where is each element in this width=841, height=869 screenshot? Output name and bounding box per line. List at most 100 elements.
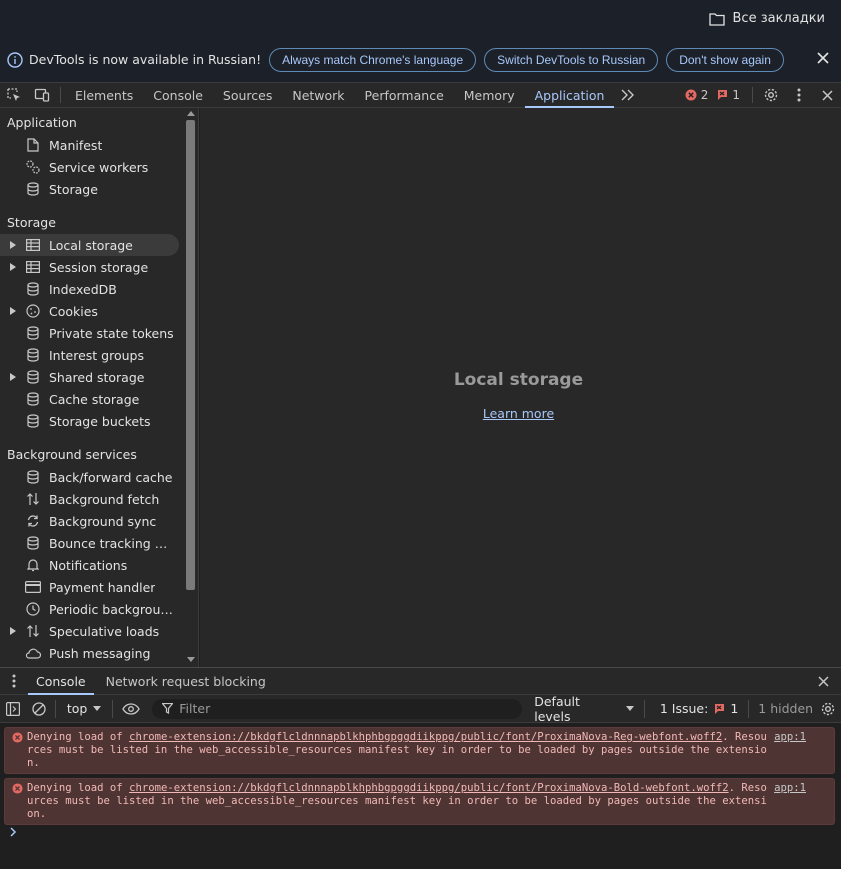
sidebar-item-label: Back/forward cache [49, 469, 173, 485]
sidebar-item-label: Background sync [49, 513, 157, 529]
tab-performance[interactable]: Performance [355, 83, 454, 107]
live-expression-eye-icon[interactable] [116, 696, 146, 722]
close-drawer-icon[interactable] [818, 676, 829, 687]
infobar-message: DevTools is now available in Russian! [29, 52, 262, 67]
learn-more-container: Learn more [200, 406, 837, 421]
console-filter-box [152, 698, 523, 719]
sidebar-item-notifications[interactable]: Notifications [0, 554, 183, 576]
tab-console[interactable]: Console [143, 83, 213, 107]
sidebar-item-payment-handler[interactable]: Payment handler [0, 576, 183, 598]
sidebar-item-push-messaging[interactable]: Push messaging [0, 642, 183, 664]
sidebar-item-private-state-tokens[interactable]: Private state tokens [0, 322, 183, 344]
sidebar-item-back-forward-cache[interactable]: Back/forward cache [0, 466, 183, 488]
hidden-messages-count: 1 hidden [758, 701, 814, 716]
console-messages: Denying load of chrome-extension://bkdgf… [0, 723, 841, 869]
sidebar-item-label: Storage [49, 181, 98, 197]
switch-to-russian-button[interactable]: Switch DevTools to Russian [484, 47, 659, 72]
tab-application[interactable]: Application [524, 83, 615, 108]
expand-arrow-icon[interactable] [10, 263, 16, 271]
sidebar-item-session-storage[interactable]: Session storage [0, 256, 183, 278]
sidebar-item-label: Payment handler [49, 579, 156, 595]
console-prompt-chevron-icon[interactable] [10, 827, 17, 837]
execution-context-select[interactable]: top [59, 701, 109, 716]
errors-counter[interactable]: 2 [685, 88, 709, 102]
more-tabs-icon[interactable] [614, 83, 642, 107]
sidebar-item-label: Interest groups [49, 347, 144, 363]
close-infobar-icon[interactable] [817, 52, 829, 64]
console-filter-input[interactable] [179, 701, 510, 716]
sidebar-scroll-thumb[interactable] [186, 120, 195, 590]
sidebar-item-storage[interactable]: Storage [0, 178, 183, 200]
customize-menu-icon[interactable] [785, 83, 813, 107]
tab-memory[interactable]: Memory [454, 83, 525, 107]
expand-arrow-icon[interactable] [10, 627, 16, 635]
table-icon [25, 237, 41, 253]
section-header-background-services: Background services [7, 447, 137, 462]
sidebar-item-storage-buckets[interactable]: Storage buckets [0, 410, 183, 432]
learn-more-link[interactable]: Learn more [483, 406, 554, 421]
sidebar-item-speculative-loads[interactable]: Speculative loads [0, 620, 183, 642]
sidebar-item-label: Notifications [49, 557, 128, 573]
message-source-link[interactable]: app:1 [774, 782, 806, 795]
expand-arrow-icon[interactable] [10, 373, 16, 381]
always-match-language-button[interactable]: Always match Chrome's language [269, 47, 477, 72]
database-icon [25, 369, 41, 385]
sync-icon [25, 513, 41, 529]
sidebar-item-manifest[interactable]: Manifest [0, 134, 183, 156]
toolbar-divider [643, 699, 645, 718]
issues-link[interactable]: 1 Issue: 1 [660, 701, 738, 716]
extension-url-link[interactable]: chrome-extension://bkdgflcldnnnapblkhphb… [129, 782, 729, 794]
gears-icon [25, 159, 41, 175]
sidebar-scrollbar[interactable] [183, 108, 199, 667]
dont-show-again-button[interactable]: Don't show again [666, 47, 784, 72]
sidebar-item-cookies[interactable]: Cookies [0, 300, 183, 322]
close-devtools-icon[interactable] [813, 83, 841, 107]
sidebar-item-indexeddb[interactable]: IndexedDB [0, 278, 183, 300]
sidebar-item-bounce-tracking[interactable]: Bounce tracking miti... [0, 532, 183, 554]
log-levels-dropdown[interactable]: Default levels [534, 694, 634, 724]
message-source-link[interactable]: app:1 [774, 731, 806, 744]
log-levels-value: Default levels [534, 693, 580, 724]
scroll-down-arrow-icon[interactable] [187, 657, 195, 662]
database-icon [25, 391, 41, 407]
drawer-menu-icon[interactable] [0, 669, 28, 693]
issues-badge-count: 1 [730, 701, 739, 716]
folder-icon [708, 12, 725, 26]
database-icon [25, 181, 41, 197]
sidebar-item-service-workers[interactable]: Service workers [0, 156, 183, 178]
tab-sources[interactable]: Sources [213, 83, 282, 107]
expand-arrow-icon[interactable] [10, 241, 16, 249]
sidebar-item-shared-storage[interactable]: Shared storage [0, 366, 183, 388]
all-bookmarks-button[interactable]: Все закладки [708, 11, 825, 26]
sidebar-item-background-sync[interactable]: Background sync [0, 510, 183, 532]
toolbar-divider [54, 699, 56, 718]
drawer-tab-console[interactable]: Console [28, 668, 94, 695]
console-settings-gear-icon[interactable] [815, 696, 841, 722]
inspect-element-icon[interactable] [0, 83, 28, 107]
execution-context-value: top [66, 701, 88, 716]
sidebar-item-label: Push messaging [49, 645, 151, 661]
database-icon [25, 535, 41, 551]
extension-url-link[interactable]: chrome-extension://bkdgflcldnnnapblkhphb… [129, 731, 722, 743]
scroll-up-arrow-icon[interactable] [187, 111, 195, 116]
drawer-tab-network-request-blocking[interactable]: Network request blocking [98, 668, 274, 694]
sidebar-item-interest-groups[interactable]: Interest groups [0, 344, 183, 366]
message-prefix: Denying load of [27, 782, 130, 794]
sidebar-item-periodic-background-sync[interactable]: Periodic backgroun... [0, 598, 183, 620]
info-icon [7, 51, 23, 68]
show-console-sidebar-icon[interactable] [0, 696, 26, 722]
device-toolbar-icon[interactable] [28, 83, 56, 107]
errors-count: 2 [700, 88, 709, 102]
sidebar-item-background-fetch[interactable]: Background fetch [0, 488, 183, 510]
clear-console-icon[interactable] [26, 696, 52, 722]
sidebar-item-local-storage[interactable]: Local storage [0, 234, 179, 256]
toolbar-divider [112, 699, 114, 718]
tab-elements[interactable]: Elements [65, 83, 143, 107]
expand-arrow-icon[interactable] [10, 307, 16, 315]
issues-counter[interactable]: 1 [716, 88, 740, 102]
application-sidebar: Application Manifest Service workers Sto… [0, 108, 183, 667]
sidebar-item-cache-storage[interactable]: Cache storage [0, 388, 183, 410]
error-icon [12, 732, 23, 743]
tab-network[interactable]: Network [282, 83, 354, 107]
settings-gear-icon[interactable] [757, 83, 785, 107]
